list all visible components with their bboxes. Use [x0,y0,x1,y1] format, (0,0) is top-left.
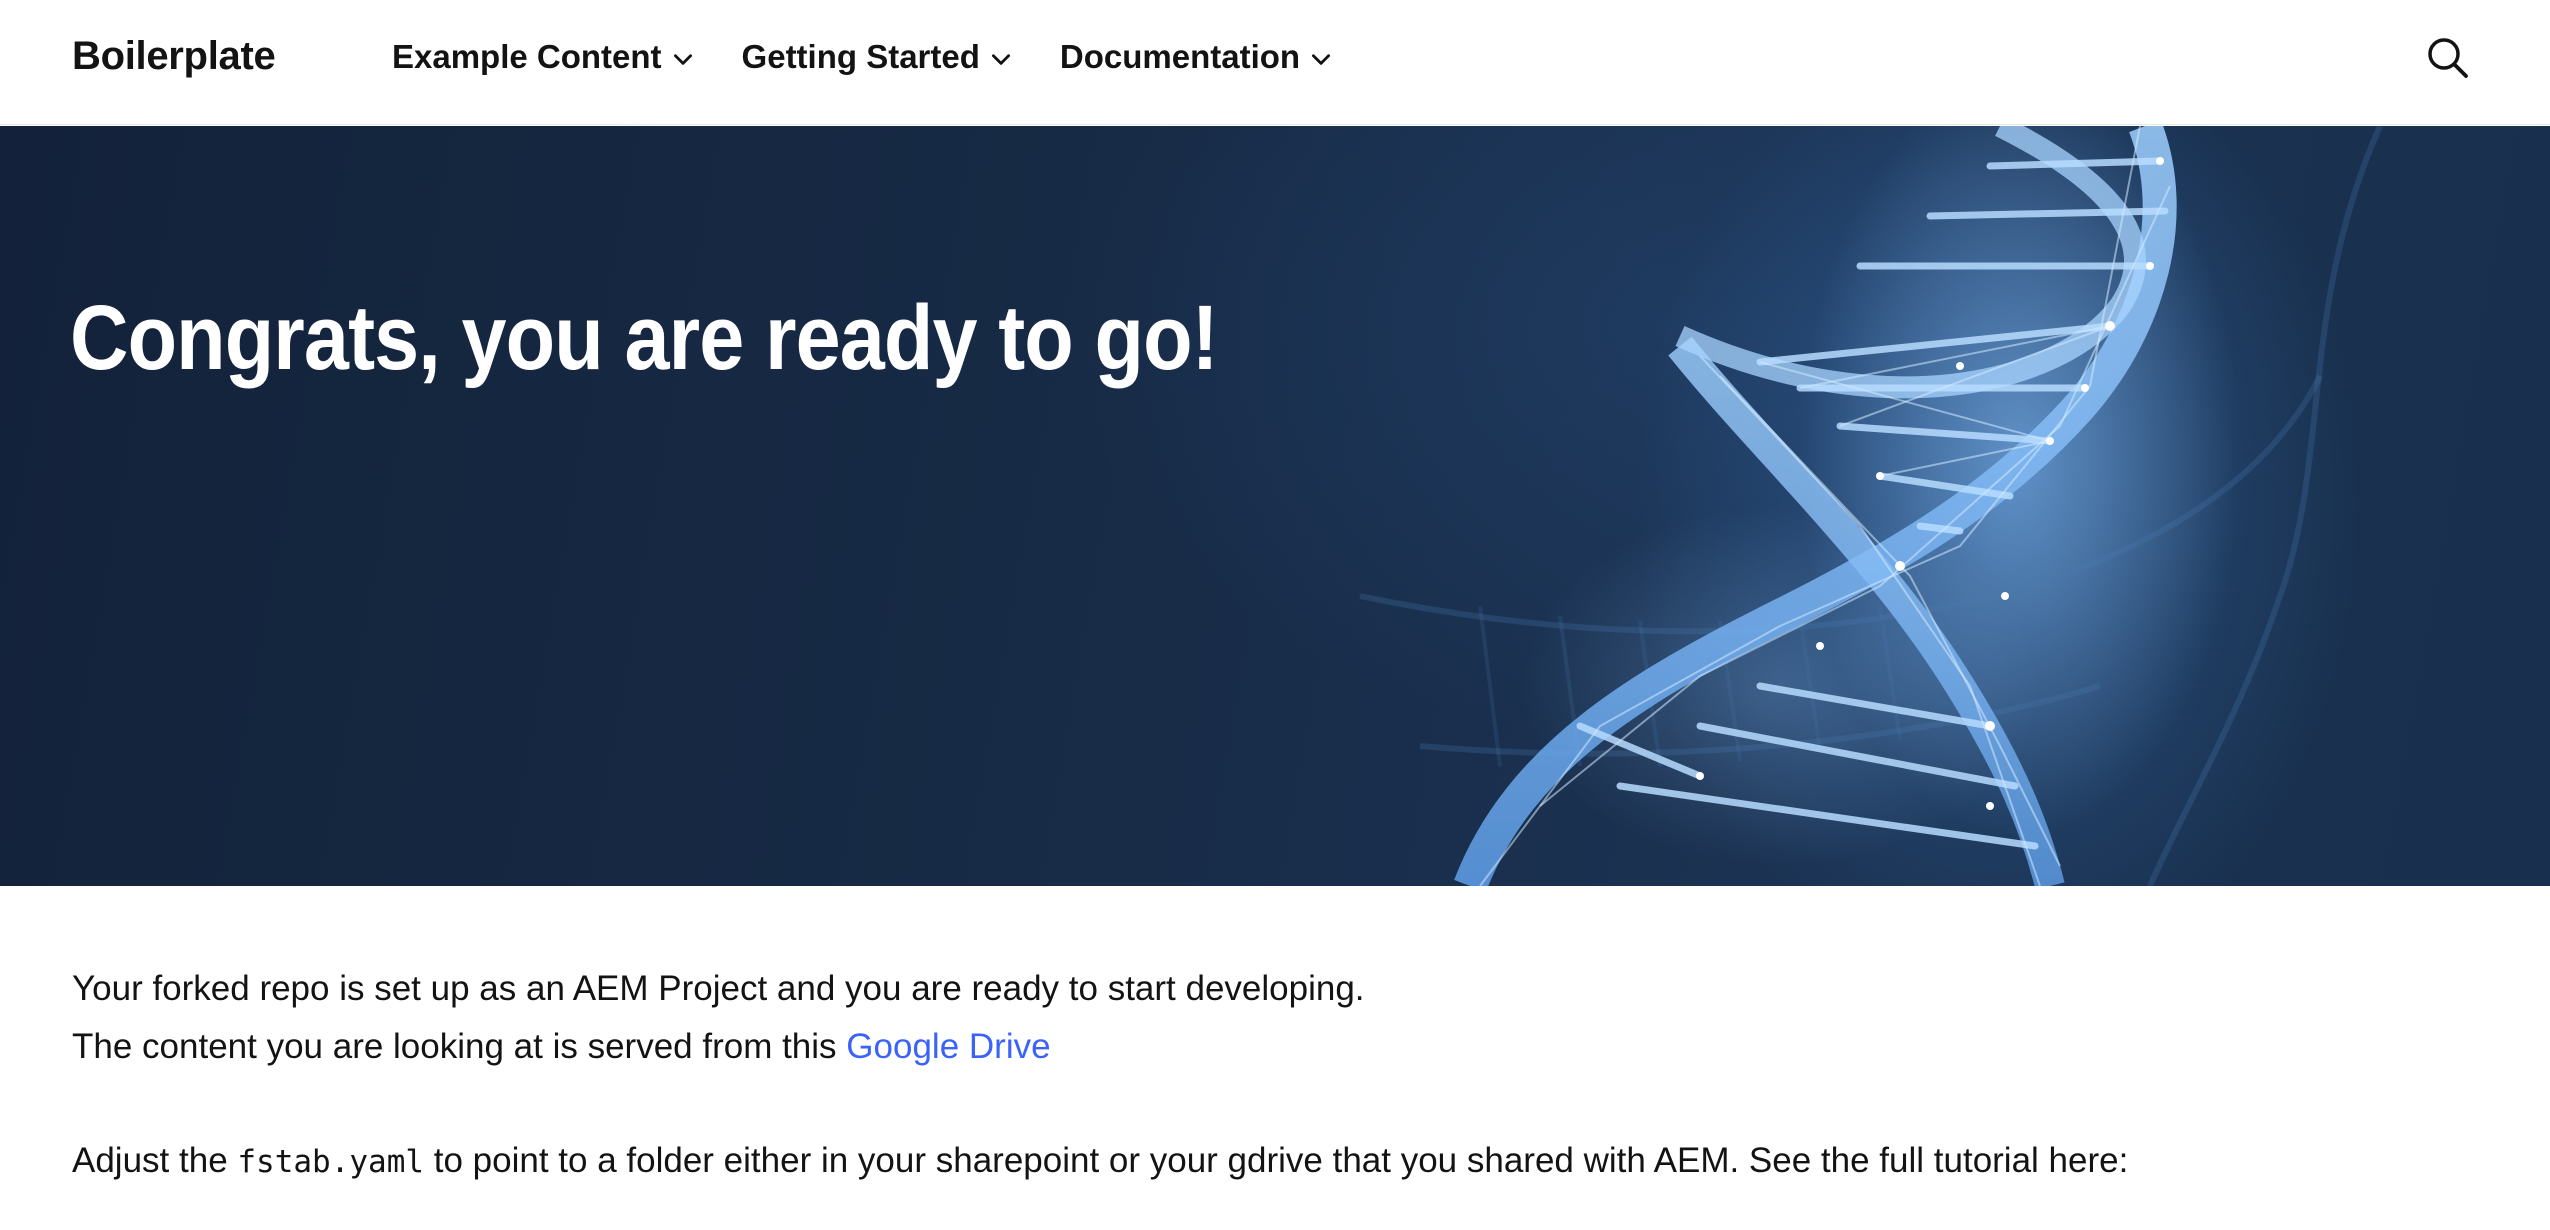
intro-paragraph: Your forked repo is set up as an AEM Pro… [72,960,2472,1076]
nav-item-example-content[interactable]: Example Content [392,38,696,76]
nav-item-documentation[interactable]: Documentation [1060,38,1334,76]
chevron-down-icon [1312,54,1331,65]
nav-item-label: Documentation [1059,38,1301,75]
nav-item-label: Getting Started [741,38,980,75]
main-nav: Example Content Getting Started Document… [392,38,1380,76]
chevron-down-icon [991,54,1010,65]
intro-line-2-prefix: The content you are looking at is served… [72,1027,837,1066]
dna-helix-image [1359,126,2383,886]
search-icon [2428,38,2468,78]
hero-banner: Congrats, you are ready to go! [0,126,2550,886]
chevron-down-icon [673,54,692,65]
fstab-code: fstab.yaml [237,1144,425,1180]
intro-line-1: Your forked repo is set up as an AEM Pro… [72,969,1365,1008]
site-header: Boilerplate Example Content Getting Star… [0,0,2550,125]
fstab-prefix: Adjust the [72,1141,228,1180]
google-drive-link[interactable]: Google Drive [846,1027,1050,1066]
brand-logo[interactable]: Boilerplate [72,34,276,79]
fstab-paragraph: Adjust the fstab.yaml to point to a fold… [72,1132,2472,1191]
nav-item-label: Example Content [392,38,662,75]
search-button[interactable] [2424,34,2472,82]
hero-title: Congrats, you are ready to go! [70,287,1219,389]
nav-item-getting-started[interactable]: Getting Started [742,38,1014,76]
fstab-suffix: to point to a folder either in your shar… [433,1141,2129,1180]
main-content: Your forked repo is set up as an AEM Pro… [72,960,2472,1191]
